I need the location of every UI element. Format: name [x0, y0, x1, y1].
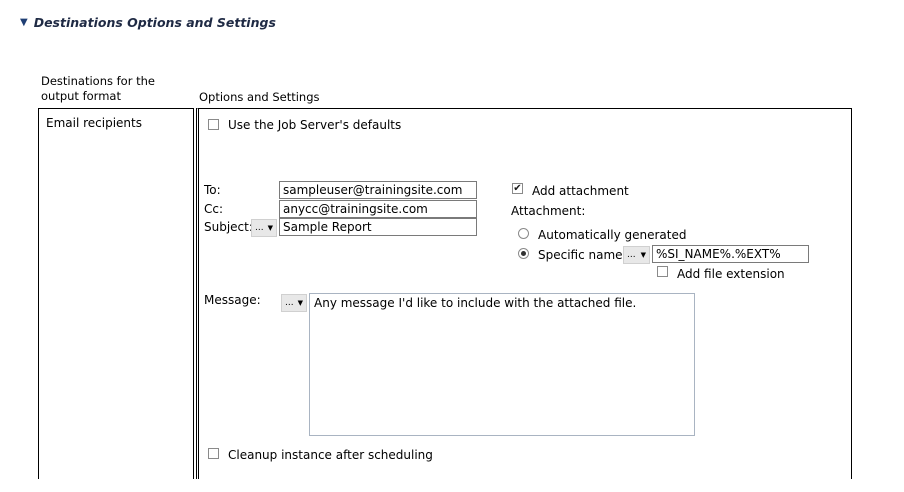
specific-name-placeholder-dropdown[interactable]: ... ▼	[623, 246, 650, 264]
chevron-down-icon: ▼	[640, 251, 646, 259]
cleanup-instance-checkbox[interactable]	[208, 448, 219, 459]
to-field[interactable]: sampleuser@trainingsite.com	[279, 181, 477, 199]
cc-label: Cc:	[204, 202, 224, 216]
chevron-down-icon: ▼	[267, 224, 273, 232]
subject-field[interactable]: Sample Report	[279, 218, 477, 236]
specific-name-label: Specific name:	[538, 248, 627, 262]
destination-list-panel	[38, 108, 194, 479]
subject-placeholder-dropdown[interactable]: ... ▼	[251, 219, 277, 237]
message-dropdown-text: ...	[285, 298, 294, 308]
options-column-header: Options and Settings	[199, 90, 320, 104]
specific-name-radio[interactable]	[518, 248, 529, 259]
message-label: Message:	[204, 293, 261, 307]
add-attachment-label: Add attachment	[532, 184, 629, 198]
attachment-heading: Attachment:	[511, 204, 586, 218]
specific-name-field[interactable]: %SI_NAME%.%EXT%	[652, 245, 809, 263]
section-title: Destinations Options and Settings	[33, 15, 276, 30]
collapse-triangle-icon[interactable]: ▼	[20, 17, 28, 28]
cc-field[interactable]: anycc@trainingsite.com	[279, 200, 477, 218]
destination-email-recipients[interactable]: Email recipients	[46, 116, 142, 130]
add-attachment-checkbox[interactable]	[512, 183, 523, 194]
job-server-defaults-label: Use the Job Server's defaults	[228, 118, 402, 132]
add-file-extension-checkbox[interactable]	[657, 266, 668, 277]
add-file-extension-label: Add file extension	[677, 267, 785, 281]
message-textarea[interactable]: Any message I'd like to include with the…	[309, 293, 695, 436]
specific-name-dropdown-text: ...	[627, 250, 636, 260]
cleanup-instance-label: Cleanup instance after scheduling	[228, 448, 433, 462]
subject-dropdown-text: ...	[255, 223, 264, 233]
auto-generated-label: Automatically generated	[538, 228, 687, 242]
to-label: To:	[204, 183, 221, 197]
section-header[interactable]: ▼ Destinations Options and Settings	[20, 15, 276, 30]
subject-label: Subject:	[204, 220, 253, 234]
chevron-down-icon: ▼	[297, 299, 303, 307]
job-server-defaults-checkbox[interactable]	[208, 119, 219, 130]
destinations-column-header: Destinations for the output format	[41, 74, 155, 103]
message-placeholder-dropdown[interactable]: ... ▼	[281, 294, 307, 312]
auto-generated-radio[interactable]	[518, 228, 529, 239]
